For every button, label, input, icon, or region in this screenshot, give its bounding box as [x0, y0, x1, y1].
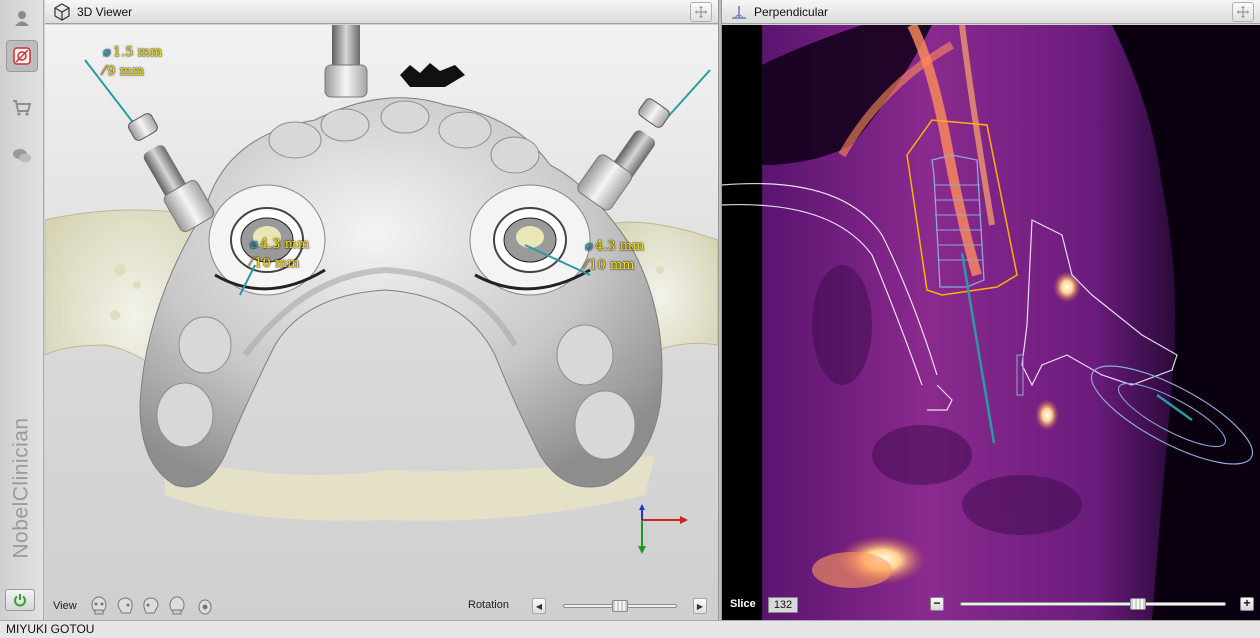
viewer-3d-titlebar: 3D Viewer — [45, 0, 718, 24]
slice-slider-track[interactable] — [960, 602, 1226, 606]
implant-planning-icon[interactable] — [6, 40, 38, 72]
perpendicular-title: Perpendicular — [754, 4, 829, 19]
cube-icon — [54, 2, 70, 21]
move-panel-button[interactable] — [690, 2, 712, 22]
move-icon — [1237, 6, 1249, 18]
jaw-3d-model — [45, 25, 718, 554]
viewport-3d[interactable]: ⌀ 1.5 mm ⁄ 9 mm ⌀ 4.3 mm ⁄ 10 mm ⌀ 4.3 mm ⁄ 10… — [45, 25, 718, 620]
move-panel-button[interactable] — [1232, 2, 1254, 22]
implant-right-diameter: ⌀ 4.3 mm — [585, 239, 645, 254]
perpendicular-panel: Perpendicular Slice 132 − + — [722, 0, 1260, 620]
implant-left-length: ⁄ 10 mm — [250, 256, 300, 271]
rotation-slider-thumb[interactable] — [612, 600, 628, 612]
viewer-3d-controls: View Rotation ◀ ▶ — [45, 592, 718, 620]
move-icon — [695, 6, 707, 18]
left-sidebar: NobelClinician — [0, 0, 44, 620]
perpendicular-controls: Slice 132 − + — [722, 592, 1260, 620]
view-right-icon[interactable] — [141, 596, 161, 616]
slice-slider-thumb[interactable] — [1130, 598, 1147, 610]
pin-annotation-length: ⁄ 9 mm — [103, 64, 145, 79]
length-icon: ⁄ — [103, 64, 106, 79]
perpendicular-icon — [732, 5, 746, 19]
view-left-icon[interactable] — [115, 596, 135, 616]
power-icon — [14, 594, 26, 607]
slice-number-field[interactable]: 132 — [768, 597, 798, 613]
viewer-3d-panel: 3D Viewer ⌀ 1.5 mm ⁄ 9 mm ⌀ 4.3 mm ⁄ 10 … — [45, 0, 718, 620]
ct-slice-image — [722, 25, 1260, 620]
app-window: NobelClinician 3D Viewer ⌀ 1.5 mm ⁄ 9 mm… — [0, 0, 1260, 638]
rotate-right-button[interactable]: ▶ — [693, 598, 707, 614]
view-bottom-icon[interactable] — [195, 596, 215, 616]
perpendicular-titlebar: Perpendicular — [722, 0, 1260, 24]
implant-right-length: ⁄ 10 mm — [585, 258, 635, 273]
slice-increment-button[interactable]: + — [1240, 597, 1254, 611]
implant-left-diameter: ⌀ 4.3 mm — [250, 237, 310, 252]
rotation-label: Rotation — [468, 599, 509, 611]
power-button[interactable] — [5, 589, 35, 611]
length-icon: ⁄ — [250, 256, 253, 271]
user-icon[interactable] — [6, 2, 38, 34]
pin-annotation-diameter: ⌀ 1.5 mm — [103, 45, 163, 60]
rotate-left-button[interactable]: ◀ — [532, 598, 546, 614]
view-back-icon[interactable] — [167, 596, 187, 616]
diameter-icon: ⌀ — [585, 239, 593, 254]
status-bar: MIYUKI GOTOU — [0, 620, 1260, 638]
diameter-icon: ⌀ — [250, 237, 258, 252]
cart-icon[interactable] — [6, 92, 38, 124]
brand-logo: NobelClinician — [10, 416, 34, 559]
view-label: View — [53, 600, 77, 612]
view-front-icon[interactable] — [89, 596, 109, 616]
length-icon: ⁄ — [585, 258, 588, 273]
slice-decrement-button[interactable]: − — [930, 597, 944, 611]
slice-label: Slice — [730, 598, 756, 610]
diameter-icon: ⌀ — [103, 45, 111, 60]
patient-name: MIYUKI GOTOU — [6, 622, 95, 636]
viewer-3d-title: 3D Viewer — [77, 4, 133, 19]
ct-slice-viewport[interactable]: Slice 132 − + — [722, 25, 1260, 620]
chat-icon[interactable] — [6, 140, 38, 172]
